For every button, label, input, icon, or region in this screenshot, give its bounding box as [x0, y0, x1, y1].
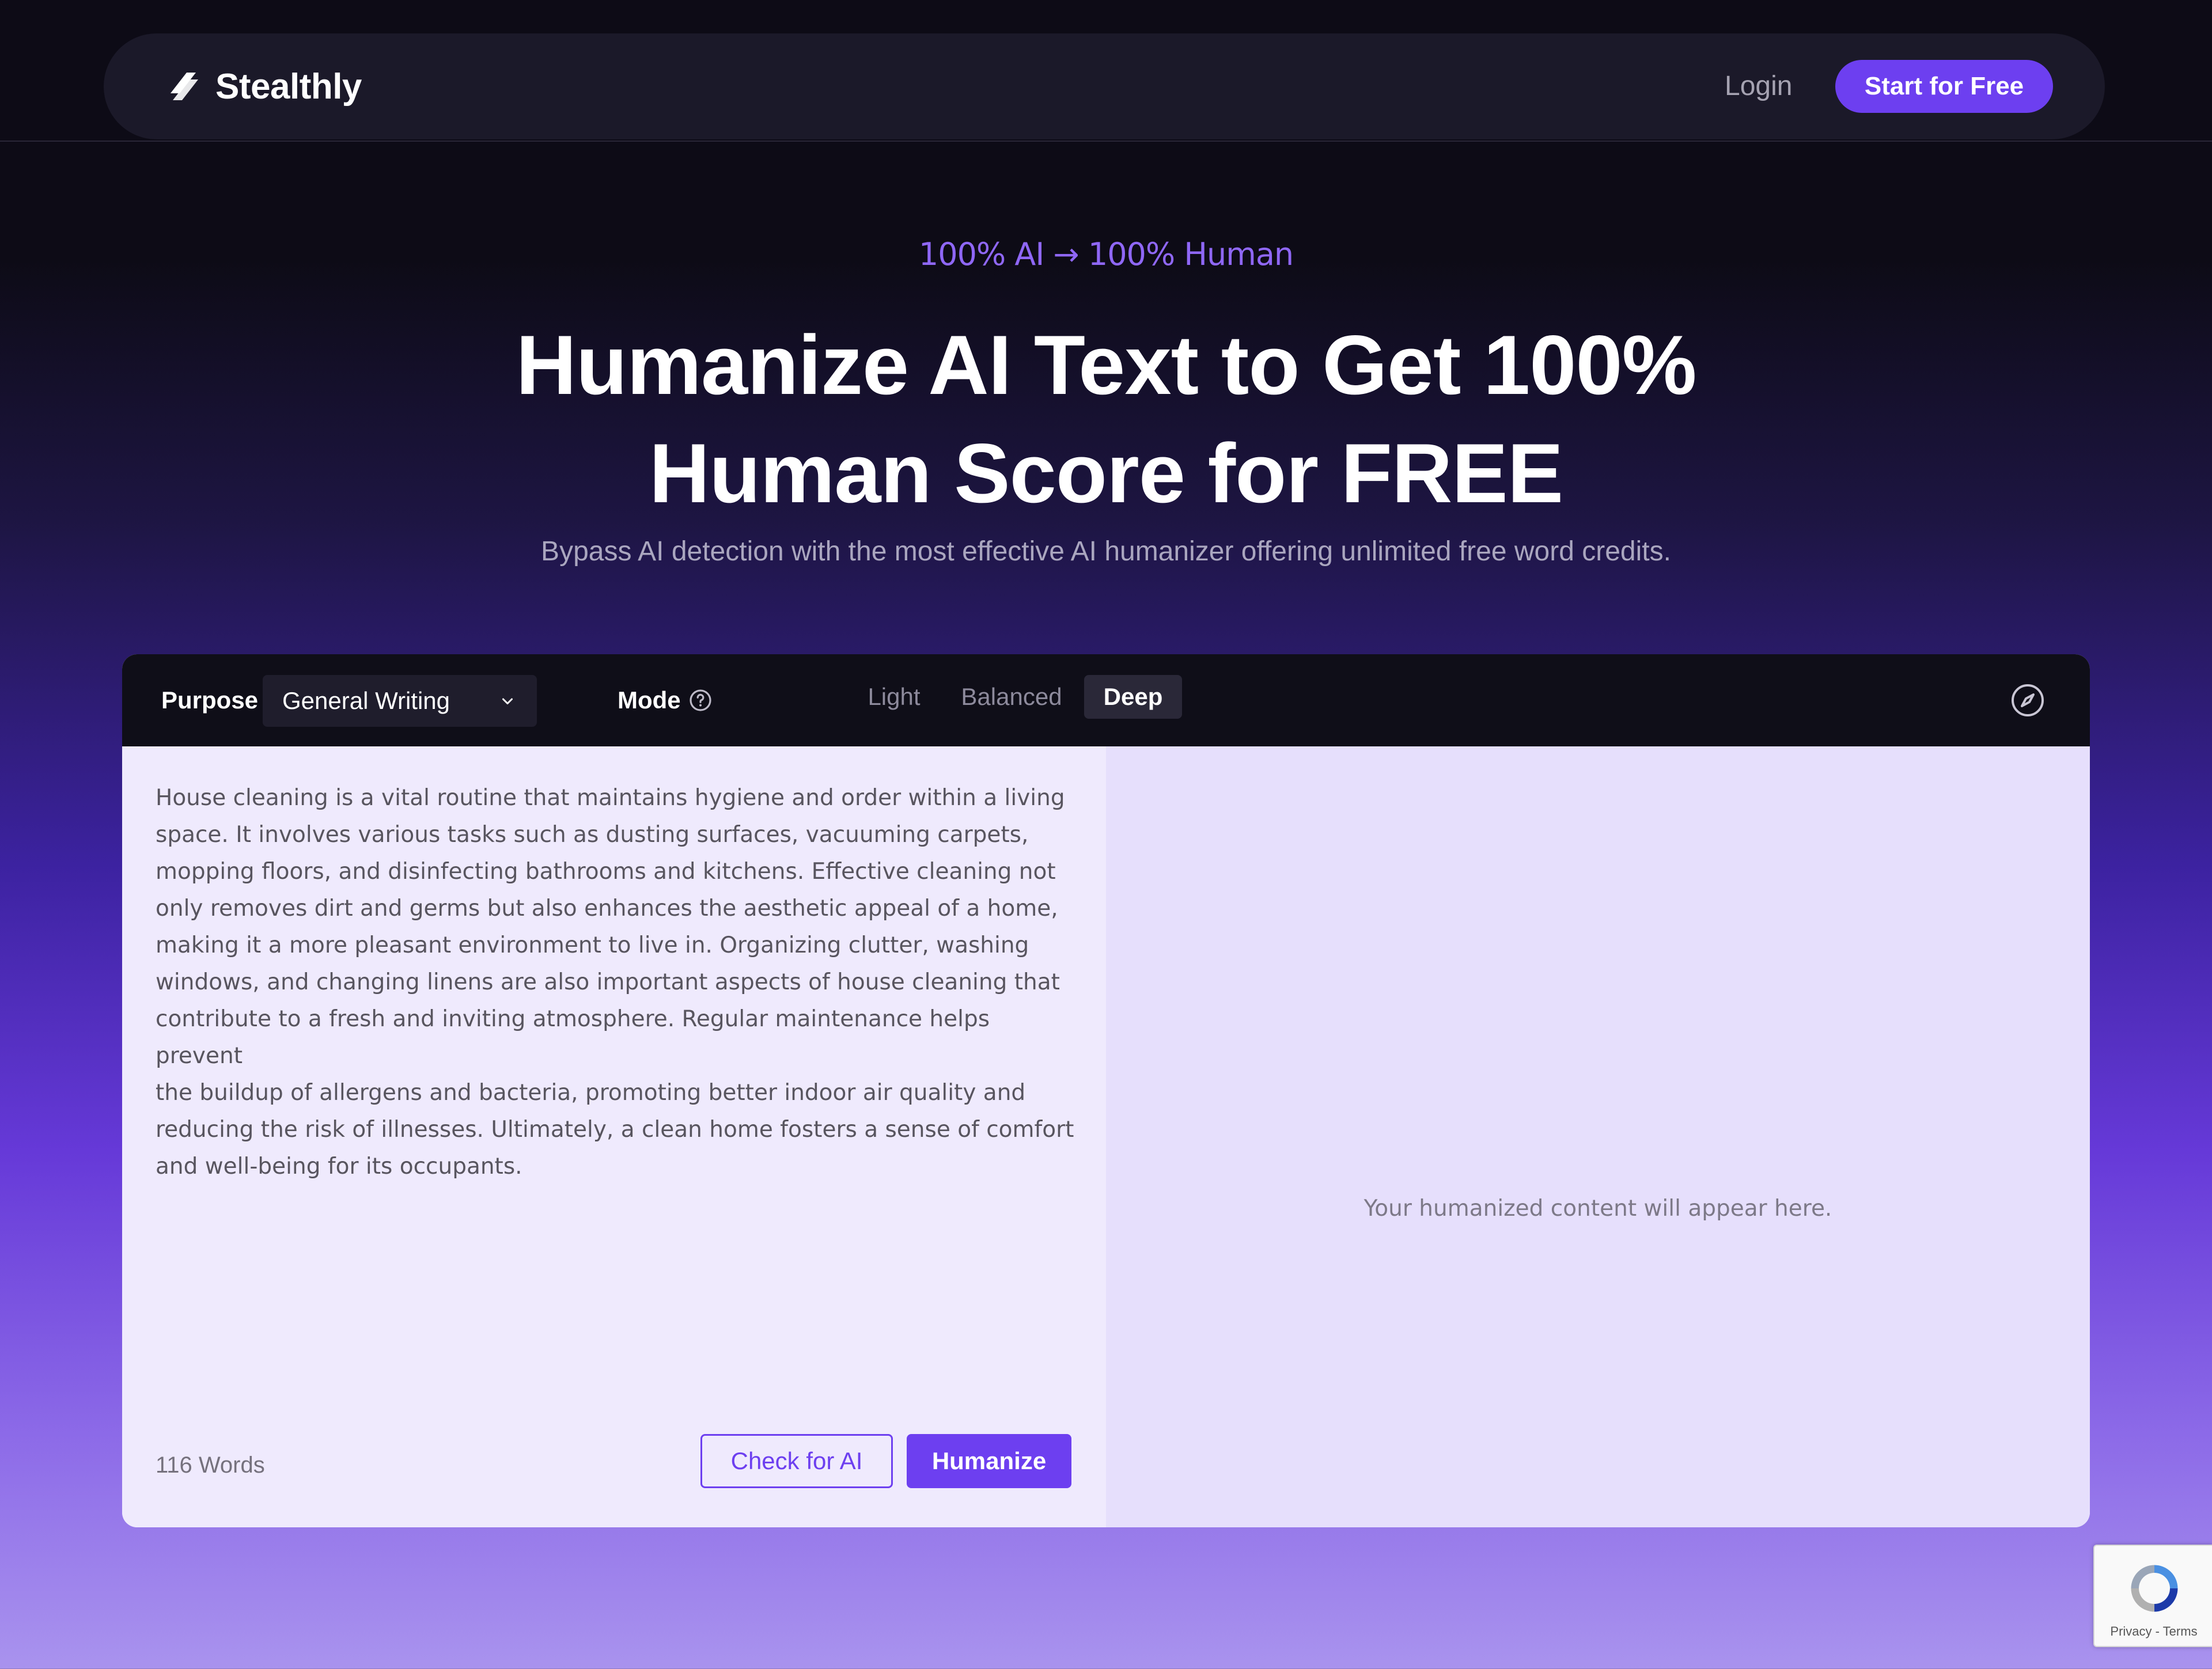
word-count: 116 Words — [156, 1452, 265, 1478]
mode-label: Mode — [618, 686, 681, 714]
hero-eyebrow: 100% AI → 100% Human — [918, 236, 1294, 272]
humanizer-tool: Purpose General Writing Mode Light Balan… — [122, 654, 2090, 1527]
input-line: making it a more pleasant environment to… — [156, 932, 1029, 958]
help-circle-icon[interactable] — [689, 689, 712, 712]
hero-title-line-2: Human Score for FREE — [649, 426, 1563, 520]
input-pane[interactable]: House cleaning is a vital routine that m… — [122, 746, 1106, 1527]
output-placeholder: Your humanized content will appear here. — [1363, 1196, 1832, 1222]
humanize-button[interactable]: Humanize — [907, 1434, 1071, 1488]
purpose-select[interactable]: General Writing — [263, 675, 537, 727]
purpose-label: Purpose — [161, 686, 259, 714]
input-line: contribute to a fresh and inviting atmos… — [156, 1006, 990, 1069]
output-pane: Your humanized content will appear here. — [1106, 746, 2090, 1527]
input-line: House cleaning is a vital routine that m… — [156, 785, 1065, 811]
recaptcha-badge[interactable]: Privacy - Terms — [2093, 1545, 2212, 1647]
tool-toolbar: Purpose General Writing Mode Light Balan… — [122, 654, 2090, 746]
input-line: and well-being for its occupants. — [156, 1154, 522, 1179]
compass-icon[interactable] — [2009, 682, 2046, 719]
input-line: only removes dirt and germs but also enh… — [156, 896, 1058, 921]
recaptcha-icon — [2131, 1565, 2178, 1612]
input-line: mopping floors, and disinfecting bathroo… — [156, 859, 1056, 885]
recaptcha-links[interactable]: Privacy - Terms — [2094, 1624, 2212, 1639]
mode-balanced[interactable]: Balanced — [955, 675, 1068, 719]
logo-icon — [171, 73, 198, 100]
mode-deep[interactable]: Deep — [1084, 675, 1182, 719]
hero-title-line-1: Humanize AI Text to Get 100% — [516, 318, 1697, 412]
login-link[interactable]: Login — [1725, 66, 1792, 107]
input-line: reducing the risk of illnesses. Ultimate… — [156, 1117, 1074, 1143]
purpose-select-value: General Writing — [282, 687, 450, 714]
chevron-down-icon — [502, 698, 513, 704]
brand-name: Stealthly — [215, 66, 362, 107]
hero-title: Humanize AI Text to Get 100% Human Score… — [0, 311, 2212, 528]
hero-subtitle: Bypass AI detection with the most effect… — [541, 536, 1671, 567]
start-for-free-button[interactable]: Start for Free — [1835, 60, 2053, 113]
input-line: space. It involves various tasks such as… — [156, 822, 1029, 848]
input-line: the buildup of allergens and bacteria, p… — [156, 1080, 1026, 1106]
input-textarea[interactable]: House cleaning is a vital routine that m… — [156, 780, 1077, 1185]
brand-logo[interactable]: Stealthly — [161, 63, 362, 109]
navbar: Stealthly Login Start for Free — [104, 33, 2105, 139]
check-for-ai-button[interactable]: Check for AI — [700, 1434, 893, 1488]
input-line: windows, and changing linens are also im… — [156, 969, 1060, 995]
mode-light[interactable]: Light — [859, 675, 929, 719]
